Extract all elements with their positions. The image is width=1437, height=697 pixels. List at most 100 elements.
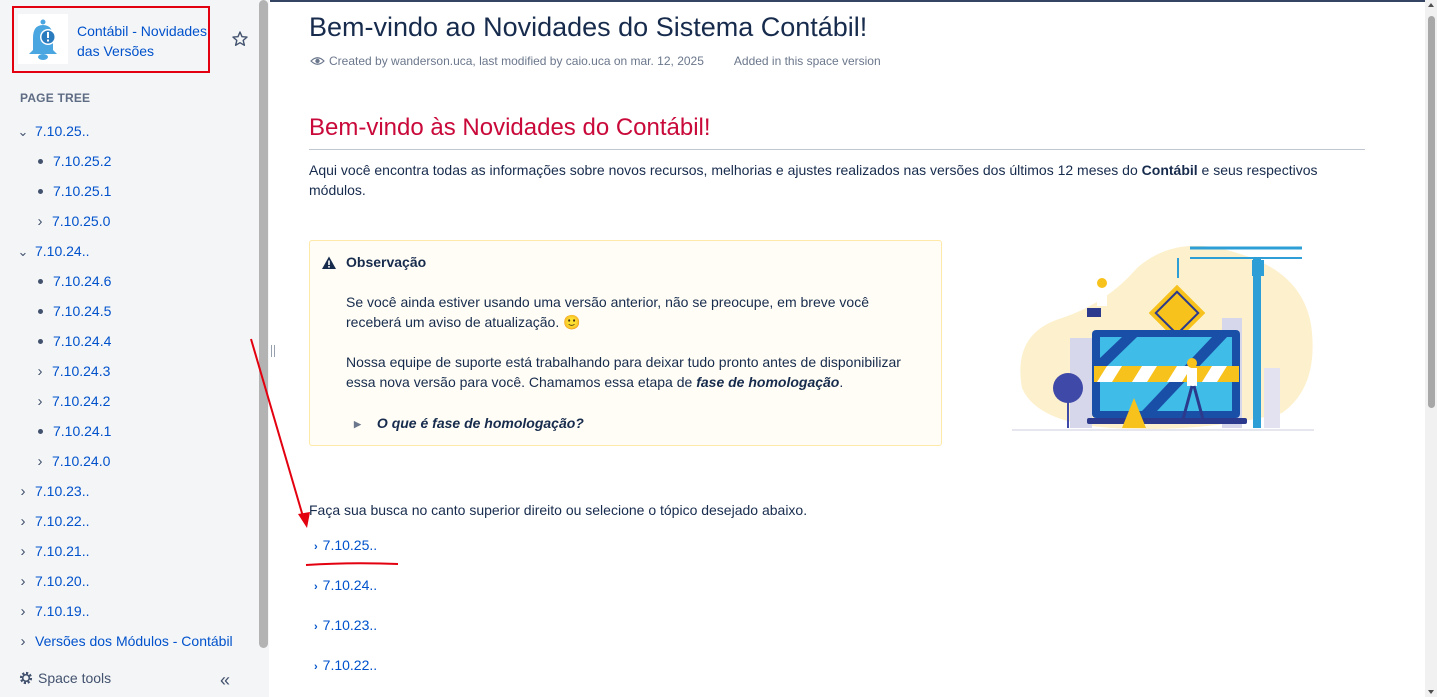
child-page-link[interactable]: › 7.10.23..: [314, 617, 377, 633]
sidebar-tree-item-label: 7.10.25..: [35, 123, 90, 139]
sidebar-tree-item-label: Versões dos Módulos - Contábil: [35, 633, 233, 649]
expand-homologacao[interactable]: ▶ O que é fase de homologação?: [354, 415, 584, 431]
intro-paragraph: Aqui você encontra todas as informações …: [309, 160, 1349, 200]
favourite-star-icon[interactable]: [231, 30, 249, 48]
sidebar-tree-item-label: 7.10.19..: [35, 603, 90, 619]
annotation-arrow: [246, 336, 316, 532]
chevron-right-icon[interactable]: ›: [17, 542, 29, 562]
sidebar-tree-item-label: 7.10.24.3: [52, 363, 111, 379]
sidebar-tree-item[interactable]: › 7.10.24.3: [34, 361, 111, 382]
sidebar-tree-item[interactable]: › 7.10.24.2: [34, 391, 111, 412]
child-page-link[interactable]: › 7.10.25..: [314, 537, 377, 553]
sidebar-tree-item-label: 7.10.24.6: [53, 273, 112, 289]
added-in-version-text: Added in this space version: [733, 54, 881, 68]
chevron-down-icon[interactable]: ⌄: [17, 122, 29, 142]
page-scrollbar[interactable]: [1425, 0, 1437, 697]
sidebar-tree-item[interactable]: › Versões dos Módulos - Contábil: [17, 631, 233, 651]
page-title: Bem-vindo ao Novidades do Sistema Contáb…: [309, 12, 868, 42]
sidebar-tree-item[interactable]: › 7.10.25.0: [34, 211, 111, 232]
chevron-right-icon: ›: [314, 621, 318, 633]
page-tree-heading: PAGE TREE: [20, 91, 91, 105]
collapse-sidebar-button[interactable]: «: [220, 670, 230, 690]
annotation-highlight-box: [12, 6, 210, 73]
sidebar-tree-item-label: 7.10.24.0: [52, 453, 111, 469]
space-tools-button[interactable]: Space tools: [18, 670, 111, 689]
sidebar-tree-item[interactable]: 7.10.24.4: [34, 331, 111, 351]
sidebar-tree-item[interactable]: › 7.10.19..: [17, 601, 90, 621]
chevron-right-icon[interactable]: ›: [34, 362, 46, 382]
sidebar-tree-item[interactable]: 7.10.25.1: [34, 181, 111, 201]
sidebar-tree-item[interactable]: 7.10.24.1: [34, 421, 111, 441]
section-divider: [309, 149, 1365, 150]
intro-product-name: Contábil: [1141, 162, 1198, 178]
section-heading: Bem-vindo às Novidades do Contábil!: [309, 114, 711, 141]
sidebar-tree-item-label: 7.10.24..: [35, 243, 90, 259]
bullet-icon: [38, 428, 43, 434]
chevron-right-icon[interactable]: ›: [17, 482, 29, 502]
chevron-right-icon[interactable]: ›: [17, 632, 29, 652]
page-scrollbar-thumb[interactable]: [1428, 16, 1435, 408]
bullet-icon: [38, 338, 43, 344]
chevron-right-icon[interactable]: ›: [34, 392, 46, 412]
chevron-right-icon[interactable]: ›: [34, 452, 46, 472]
note-paragraph-2-end: .: [839, 374, 844, 390]
bullet-icon: [38, 188, 43, 194]
intro-text-start: Aqui você encontra todas as informações …: [309, 162, 1142, 178]
sidebar-tree-item-label: 7.10.25.2: [53, 153, 112, 169]
sidebar-tree-item[interactable]: ⌄ 7.10.24..: [17, 241, 90, 261]
sidebar-tree-item-label: 7.10.23..: [35, 483, 90, 499]
child-page-link[interactable]: › 7.10.24..: [314, 577, 377, 593]
note-paragraph-2-emphasis: fase de homologação: [696, 374, 840, 390]
chevron-right-icon: ›: [314, 661, 318, 673]
sidebar-tree-item[interactable]: › 7.10.24.0: [34, 451, 111, 472]
sidebar-tree-item-label: 7.10.24.1: [53, 423, 112, 439]
chevron-right-icon[interactable]: ›: [17, 572, 29, 592]
sidebar-tree-item-label: 7.10.21..: [35, 543, 90, 559]
note-paragraph-2: Nossa equipe de suporte está trabalhando…: [346, 352, 916, 392]
sidebar-tree-item-label: 7.10.25.0: [52, 213, 111, 229]
construction-illustration: [1012, 238, 1314, 432]
annotation-underline: [305, 554, 399, 566]
bullet-icon: [38, 308, 43, 314]
chevron-right-icon[interactable]: ›: [34, 212, 46, 232]
sidebar-tree-item-label: 7.10.20..: [35, 573, 90, 589]
bullet-icon: [38, 278, 43, 284]
sidebar-tree-item[interactable]: 7.10.24.5: [34, 301, 111, 321]
expand-caret-icon: ▶: [354, 418, 361, 429]
sidebar-tree-item-label: 7.10.24.5: [53, 303, 112, 319]
sidebar: Contábil - Novidades das Versões PAGE TR…: [0, 0, 258, 697]
child-page-link[interactable]: › 7.10.22..: [314, 657, 377, 673]
created-by-text[interactable]: Created by wanderson.uca, last modified …: [329, 54, 704, 68]
gear-icon: [18, 670, 34, 689]
bullet-icon: [38, 158, 43, 164]
sidebar-tree-item-label: 7.10.22..: [35, 513, 90, 529]
chevron-right-icon[interactable]: ›: [17, 512, 29, 532]
child-page-link-label: 7.10.24..: [322, 577, 378, 593]
chevron-right-icon: ›: [314, 581, 318, 593]
sidebar-tree-item[interactable]: › 7.10.22..: [17, 511, 90, 531]
chevron-down-icon[interactable]: ⌄: [17, 242, 29, 262]
chevron-right-icon[interactable]: ›: [17, 602, 29, 622]
child-page-link-label: 7.10.23..: [322, 617, 378, 633]
scroll-up-icon[interactable]: [1428, 3, 1434, 7]
sidebar-tree-item[interactable]: 7.10.24.6: [34, 271, 111, 291]
sidebar-tree-item-label: 7.10.24.2: [52, 393, 111, 409]
sidebar-scrollbar-thumb[interactable]: [259, 0, 268, 648]
sidebar-tree-item[interactable]: 7.10.25.2: [34, 151, 111, 171]
sidebar-tree-item-label: 7.10.24.4: [53, 333, 112, 349]
scroll-down-icon[interactable]: [1428, 690, 1434, 694]
child-page-link-label: 7.10.25..: [322, 537, 378, 553]
note-title: Observação: [346, 254, 427, 270]
sidebar-tree-item[interactable]: › 7.10.21..: [17, 541, 90, 561]
top-border: [270, 0, 1425, 2]
note-paragraph-1: Se você ainda estiver usando uma versão …: [346, 292, 916, 332]
sidebar-tree-item[interactable]: ⌄ 7.10.25..: [17, 121, 90, 141]
expand-label: O que é fase de homologação?: [376, 415, 584, 431]
page-metadata: Created by wanderson.uca, last modified …: [310, 54, 881, 69]
note-panel: Observação Se você ainda estiver usando …: [309, 240, 942, 446]
space-tools-label: Space tools: [38, 670, 112, 687]
sidebar-tree-item[interactable]: › 7.10.20..: [17, 571, 90, 591]
smile-emoji-icon: 🙂: [563, 314, 581, 330]
sidebar-tree-item[interactable]: › 7.10.23..: [17, 481, 90, 501]
note-paragraph-1-text: Se você ainda estiver usando uma versão …: [346, 294, 869, 330]
